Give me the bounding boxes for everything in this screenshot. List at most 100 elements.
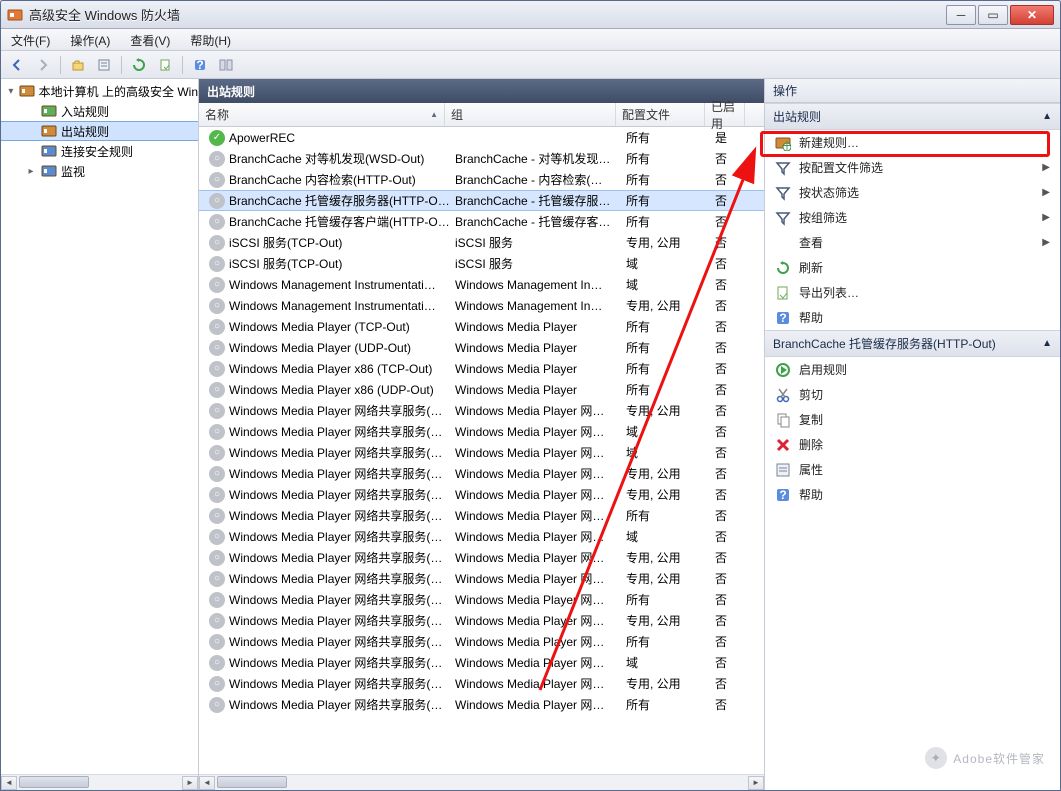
rule-disabled-icon: ○ — [209, 277, 225, 293]
table-row[interactable]: ○Windows Media Player 网络共享服务(…Windows Me… — [199, 484, 764, 505]
rules-column-header[interactable]: 名称▲ 组 配置文件 已启用 — [199, 103, 764, 127]
action-item[interactable]: 按状态筛选▶ — [765, 180, 1060, 205]
action-item[interactable]: 删除 — [765, 432, 1060, 457]
sort-asc-icon: ▲ — [430, 110, 438, 119]
tree-root[interactable]: ▾本地计算机 上的高级安全 Win — [1, 81, 198, 101]
forward-button[interactable] — [31, 54, 55, 76]
menu-item[interactable]: 查看(V) — [120, 29, 180, 50]
table-row[interactable]: ○Windows Media Player 网络共享服务(…Windows Me… — [199, 400, 764, 421]
export-button[interactable] — [153, 54, 177, 76]
table-row[interactable]: ○BranchCache 托管缓存客户端(HTTP-O…BranchCache … — [199, 211, 764, 232]
tree-expand-icon[interactable]: ▸ — [25, 166, 37, 177]
tree-item[interactable]: 连接安全规则 — [1, 141, 198, 161]
action-item[interactable]: 查看▶ — [765, 230, 1060, 255]
rule-disabled-icon: ○ — [209, 382, 225, 398]
delete-icon — [775, 437, 791, 453]
rule-enabled-icon: ✓ — [209, 130, 225, 146]
table-row[interactable]: ○Windows Media Player (TCP-Out)Windows M… — [199, 316, 764, 337]
scroll-right-icon[interactable]: ► — [182, 776, 198, 790]
action-item[interactable]: 复制 — [765, 407, 1060, 432]
help-button[interactable]: ? — [188, 54, 212, 76]
table-row[interactable]: ○BranchCache 对等机发现(WSD-Out)BranchCache -… — [199, 148, 764, 169]
action-item[interactable]: 剪切 — [765, 382, 1060, 407]
action-item[interactable]: 按组筛选▶ — [765, 205, 1060, 230]
table-row[interactable]: ○iSCSI 服务(TCP-Out)iSCSI 服务域否 — [199, 253, 764, 274]
rule-disabled-icon: ○ — [209, 655, 225, 671]
col-group[interactable]: 组 — [445, 103, 616, 126]
table-row[interactable]: ○Windows Media Player 网络共享服务(…Windows Me… — [199, 631, 764, 652]
properties-button[interactable] — [92, 54, 116, 76]
table-row[interactable]: ○Windows Media Player x86 (TCP-Out)Windo… — [199, 358, 764, 379]
action-item[interactable]: 导出列表… — [765, 280, 1060, 305]
copy-icon — [775, 412, 791, 428]
rule-disabled-icon: ○ — [209, 445, 225, 461]
up-button[interactable] — [66, 54, 90, 76]
col-enabled[interactable]: 已启用 — [705, 103, 745, 126]
action-item[interactable]: ?帮助 — [765, 482, 1060, 507]
svg-text:?: ? — [196, 58, 203, 72]
action-item[interactable]: ?帮助 — [765, 305, 1060, 330]
rules-hscroll[interactable]: ◄ ► — [199, 774, 764, 790]
scroll-left-icon[interactable]: ◄ — [199, 776, 215, 790]
rule-disabled-icon: ○ — [209, 193, 225, 209]
action-item[interactable]: 启用规则 — [765, 357, 1060, 382]
rule-disabled-icon: ○ — [209, 151, 225, 167]
filter-icon — [775, 160, 791, 176]
props-icon — [775, 462, 791, 478]
menu-item[interactable]: 文件(F) — [1, 29, 60, 50]
refresh-button[interactable] — [127, 54, 151, 76]
action-item[interactable]: ＋新建规则… — [765, 130, 1060, 155]
col-name[interactable]: 名称▲ — [199, 103, 445, 126]
table-row[interactable]: ○Windows Media Player 网络共享服务(…Windows Me… — [199, 652, 764, 673]
show-hide-panes-button[interactable] — [214, 54, 238, 76]
actions-pane: 操作 出站规则▲ ＋新建规则…按配置文件筛选▶按状态筛选▶按组筛选▶查看▶刷新导… — [765, 79, 1060, 790]
scroll-left-icon[interactable]: ◄ — [1, 776, 17, 790]
table-row[interactable]: ✓ApowerREC所有是 — [199, 127, 764, 148]
table-row[interactable]: ○BranchCache 托管缓存服务器(HTTP-O…BranchCache … — [199, 190, 764, 211]
actions-section-selected-rule[interactable]: BranchCache 托管缓存服务器(HTTP-Out)▲ — [765, 330, 1060, 357]
filter-icon — [775, 210, 791, 226]
minimize-button[interactable]: ─ — [946, 5, 976, 25]
table-row[interactable]: ○Windows Media Player 网络共享服务(…Windows Me… — [199, 589, 764, 610]
table-row[interactable]: ○Windows Media Player (UDP-Out)Windows M… — [199, 337, 764, 358]
actions-section-outbound[interactable]: 出站规则▲ — [765, 103, 1060, 130]
action-item[interactable]: 属性 — [765, 457, 1060, 482]
rule-disabled-icon: ○ — [209, 403, 225, 419]
tree-item[interactable]: 入站规则 — [1, 101, 198, 121]
col-profile[interactable]: 配置文件 — [616, 103, 705, 126]
table-row[interactable]: ○Windows Media Player 网络共享服务(…Windows Me… — [199, 568, 764, 589]
rule-disabled-icon: ○ — [209, 697, 225, 713]
table-row[interactable]: ○Windows Management Instrumentati…Window… — [199, 274, 764, 295]
tree-item[interactable]: 出站规则 — [1, 121, 198, 141]
table-row[interactable]: ○Windows Media Player 网络共享服务(…Windows Me… — [199, 610, 764, 631]
tree-item[interactable]: ▸监视 — [1, 161, 198, 181]
table-row[interactable]: ○Windows Media Player 网络共享服务(…Windows Me… — [199, 694, 764, 715]
close-button[interactable]: ✕ — [1010, 5, 1054, 25]
table-row[interactable]: ○Windows Media Player 网络共享服务(…Windows Me… — [199, 421, 764, 442]
table-row[interactable]: ○Windows Media Player 网络共享服务(…Windows Me… — [199, 442, 764, 463]
table-row[interactable]: ○Windows Media Player 网络共享服务(…Windows Me… — [199, 526, 764, 547]
table-row[interactable]: ○BranchCache 内容检索(HTTP-Out)BranchCache -… — [199, 169, 764, 190]
rule-disabled-icon: ○ — [209, 508, 225, 524]
tree-collapse-icon[interactable]: ▾ — [7, 86, 15, 97]
tree-hscroll[interactable]: ◄ ► — [1, 774, 198, 790]
titlebar[interactable]: 高级安全 Windows 防火墙 ─ ▭ ✕ — [1, 1, 1060, 29]
table-row[interactable]: ○Windows Media Player x86 (UDP-Out)Windo… — [199, 379, 764, 400]
maximize-button[interactable]: ▭ — [978, 5, 1008, 25]
menu-item[interactable]: 帮助(H) — [180, 29, 241, 50]
toolbar: ? — [1, 51, 1060, 79]
table-row[interactable]: ○Windows Media Player 网络共享服务(…Windows Me… — [199, 463, 764, 484]
action-item[interactable]: 刷新 — [765, 255, 1060, 280]
scroll-right-icon[interactable]: ► — [748, 776, 764, 790]
back-button[interactable] — [5, 54, 29, 76]
app-icon — [7, 7, 23, 23]
table-row[interactable]: ○Windows Media Player 网络共享服务(…Windows Me… — [199, 547, 764, 568]
table-row[interactable]: ○iSCSI 服务(TCP-Out)iSCSI 服务专用, 公用否 — [199, 232, 764, 253]
cut-icon — [775, 387, 791, 403]
blank-icon — [775, 235, 791, 251]
table-row[interactable]: ○Windows Management Instrumentati…Window… — [199, 295, 764, 316]
menu-item[interactable]: 操作(A) — [60, 29, 120, 50]
table-row[interactable]: ○Windows Media Player 网络共享服务(…Windows Me… — [199, 673, 764, 694]
table-row[interactable]: ○Windows Media Player 网络共享服务(…Windows Me… — [199, 505, 764, 526]
action-item[interactable]: 按配置文件筛选▶ — [765, 155, 1060, 180]
